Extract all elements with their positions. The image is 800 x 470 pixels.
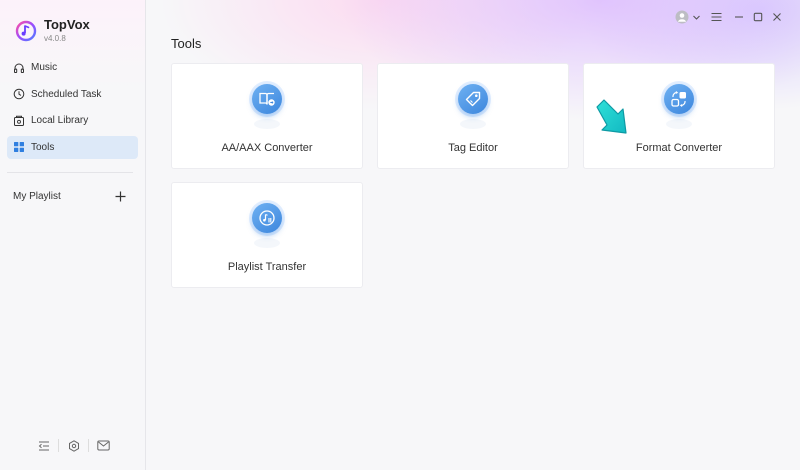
tool-card-label: Tag Editor xyxy=(448,142,498,154)
icon-shadow xyxy=(254,238,280,248)
topvox-logo-icon xyxy=(15,20,37,42)
format-convert-icon xyxy=(671,91,686,107)
sidebar-item-label: Music xyxy=(31,62,58,73)
tool-card-label: Playlist Transfer xyxy=(227,261,307,273)
tool-card-aa-aax-converter[interactable]: AA/AAX Converter xyxy=(171,63,363,169)
chevron-down-icon xyxy=(693,15,700,20)
footer-separator xyxy=(88,439,89,452)
tool-icon-wrap xyxy=(249,200,285,236)
settings-button[interactable] xyxy=(67,439,80,452)
sidebar-divider xyxy=(7,172,133,173)
mail-icon xyxy=(97,440,110,451)
minimize-icon xyxy=(735,16,743,18)
icon-shadow xyxy=(254,119,280,129)
tool-card-label: AA/AAX Converter xyxy=(221,142,313,154)
icon-shadow xyxy=(460,119,486,129)
sidebar-item-local-library[interactable]: Local Library xyxy=(7,109,138,132)
playlist-transfer-icon xyxy=(259,210,275,226)
add-playlist-button[interactable] xyxy=(113,189,127,203)
book-convert-icon xyxy=(259,92,275,106)
sidebar-nav: Music Scheduled Task Local Library Tools xyxy=(7,56,138,162)
app-name: TopVox xyxy=(44,17,90,32)
library-icon xyxy=(14,115,24,126)
close-icon xyxy=(773,13,781,21)
my-playlist-label: My Playlist xyxy=(13,190,61,202)
grid-icon xyxy=(14,142,24,152)
sidebar-item-scheduled-task[interactable]: Scheduled Task xyxy=(7,83,138,106)
sidebar-item-label: Local Library xyxy=(31,115,89,126)
pointer-arrow-icon xyxy=(596,99,627,134)
tool-icon-wrap xyxy=(249,81,285,117)
brand: TopVox v4.0.8 xyxy=(15,18,90,44)
icon-shadow xyxy=(666,119,692,129)
collapse-sidebar-icon xyxy=(38,441,49,450)
sidebar: TopVox v4.0.8 Music Scheduled Task Local… xyxy=(0,0,146,470)
minimize-button[interactable] xyxy=(734,12,744,22)
window-controls xyxy=(675,10,782,24)
plus-icon xyxy=(115,191,125,201)
sidebar-item-music[interactable]: Music xyxy=(7,56,138,79)
app-version: v4.0.8 xyxy=(44,34,66,43)
tool-icon-wrap xyxy=(661,81,697,117)
tool-card-playlist-transfer[interactable]: Playlist Transfer xyxy=(171,182,363,288)
account-button[interactable] xyxy=(675,10,701,24)
collapse-sidebar-button[interactable] xyxy=(37,439,50,452)
my-playlist-row[interactable]: My Playlist xyxy=(13,189,127,203)
tool-card-label: Format Converter xyxy=(635,142,723,154)
mail-button[interactable] xyxy=(97,439,110,452)
maximize-button[interactable] xyxy=(753,12,763,22)
close-button[interactable] xyxy=(772,12,782,22)
app-window: TopVox v4.0.8 Music Scheduled Task Local… xyxy=(0,0,800,470)
tool-card-tag-editor[interactable]: Tag Editor xyxy=(377,63,569,169)
sidebar-item-label: Scheduled Task xyxy=(31,88,102,100)
menu-button[interactable] xyxy=(711,12,722,22)
tool-icon-wrap xyxy=(455,81,491,117)
avatar-icon xyxy=(675,10,689,24)
sidebar-footer xyxy=(37,439,110,452)
footer-separator xyxy=(58,439,59,452)
settings-icon xyxy=(68,439,79,452)
maximize-icon xyxy=(753,12,763,22)
menu-icon xyxy=(711,13,722,21)
headphones-icon xyxy=(14,63,25,73)
clock-icon xyxy=(13,88,25,100)
tag-icon xyxy=(465,91,481,107)
sidebar-item-label: Tools xyxy=(31,141,55,153)
sidebar-item-tools[interactable]: Tools xyxy=(7,135,138,159)
page-title: Tools xyxy=(171,36,202,51)
